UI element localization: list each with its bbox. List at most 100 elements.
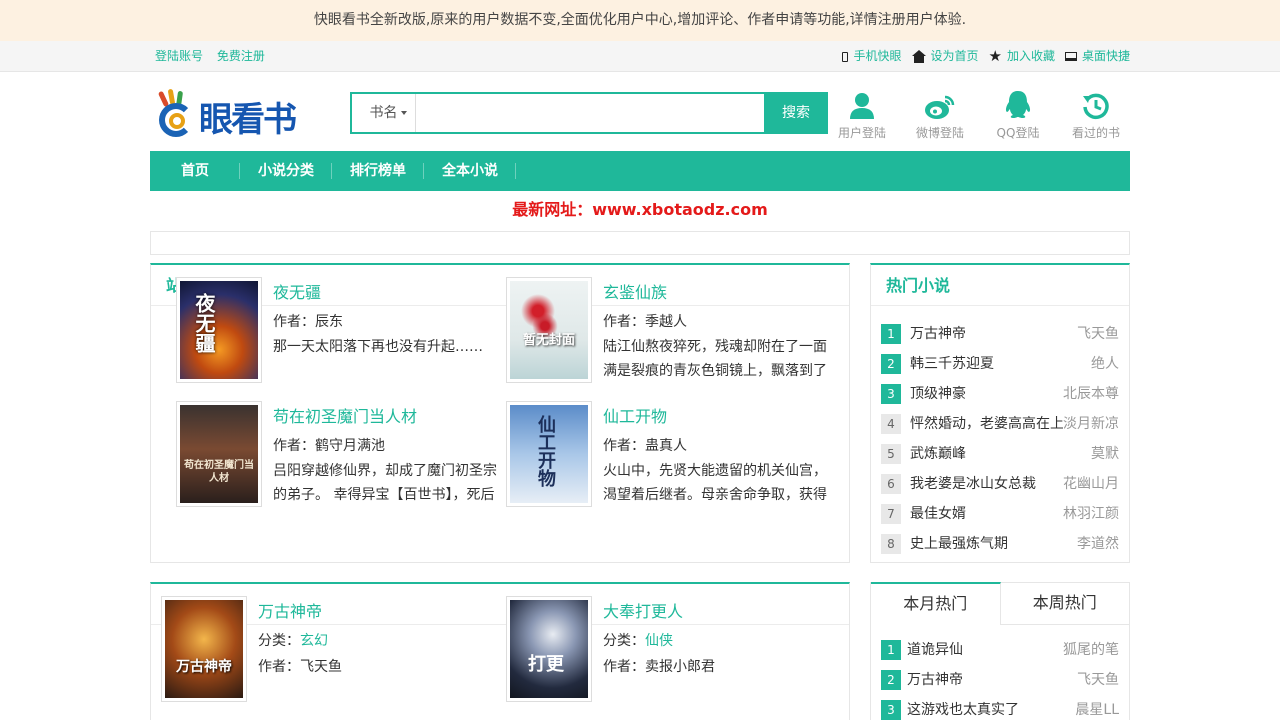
- ranking-book-name: 怦然婚动，老婆高高在上: [910, 416, 1063, 432]
- ranking-author: 莫默: [1091, 446, 1119, 462]
- add-favorite-link[interactable]: ★ 加入收藏: [989, 41, 1055, 72]
- ranking-row[interactable]: 1 道诡异仙 狐尾的笔: [881, 635, 1119, 665]
- book-title[interactable]: 大奉打更人: [603, 598, 683, 622]
- book-author: 作者：飞天鱼: [258, 659, 342, 675]
- ranking-book-name: 万古神帝: [910, 326, 966, 342]
- book-cover[interactable]: 仙工开物: [506, 401, 592, 507]
- top-bar: 登陆账号 免费注册 手机快眼 设为首页 ★ 加入收藏 桌面快捷: [0, 41, 1280, 72]
- book-author: 作者：季越人: [603, 314, 687, 330]
- ranking-author: 飞天鱼: [1077, 326, 1119, 342]
- book-description: 陆江仙熬夜猝死，残魂却附在了一面满是裂痕的青灰色铜镜上，飘落到了: [603, 339, 827, 379]
- ranking-book-name: 我老婆是冰山女总裁: [910, 476, 1036, 492]
- book-description: 火山中，先贤大能遗留的机关仙宫，渴望着后继者。母亲舍命争取，获得: [603, 463, 827, 503]
- book-title[interactable]: 夜无疆: [273, 279, 321, 303]
- cover-title-text: 打更: [528, 654, 564, 675]
- social-login-group: 用户登陆 微博登陆 QQ登陆 看过的书: [818, 90, 1130, 141]
- ranking-row[interactable]: 6 我老婆是冰山女总裁 花幽山月: [881, 469, 1119, 499]
- ranking-author: 狐尾的笔: [1063, 642, 1119, 658]
- ranking-book-name: 道诡异仙: [907, 642, 963, 658]
- book-category: 分类：玄幻: [258, 633, 328, 649]
- monthly-hot-panel: 本月热门 本周热门 1 道诡异仙 狐尾的笔 2 万古神帝 飞天鱼 3 这游戏也太真实了 晨星…: [870, 582, 1130, 720]
- login-link[interactable]: 登陆账号: [155, 49, 203, 63]
- ad-placeholder: [150, 231, 1130, 255]
- history-button[interactable]: 看过的书: [1062, 90, 1130, 141]
- ranking-book-name: 这游戏也太真实了: [907, 702, 1019, 718]
- mobile-label: 手机快眼: [853, 49, 902, 63]
- rank-badge: 2: [881, 670, 901, 690]
- book-cover[interactable]: 夜无疆: [176, 277, 262, 383]
- main-nav: 首页 小说分类 排行榜单 全本小说: [150, 151, 1130, 191]
- desktop-shortcut-link[interactable]: 桌面快捷: [1064, 41, 1130, 72]
- qq-login-button[interactable]: QQ登陆: [984, 90, 1052, 141]
- ranking-row[interactable]: 8 史上最强炼气期 李道然: [881, 529, 1119, 559]
- ranking-book-name: 最佳女婿: [910, 506, 966, 522]
- book-author: 作者：辰东: [273, 314, 343, 330]
- monitor-icon: [1064, 52, 1077, 61]
- rank-badge: 2: [881, 354, 901, 374]
- ranking-tabs: 本月热门 本周热门: [871, 582, 1129, 625]
- cover-title-text: 夜无疆: [192, 293, 216, 353]
- star-icon: ★: [988, 47, 1002, 65]
- set-homepage-link[interactable]: 设为首页: [911, 41, 979, 72]
- ranking-row[interactable]: 1 万古神帝 飞天鱼: [881, 319, 1119, 349]
- book-cover[interactable]: 打更: [506, 596, 592, 702]
- book-card: 夜无疆 夜无疆 作者：辰东 那一天太阳落下再也没有升起……: [176, 277, 506, 397]
- ranking-row[interactable]: 3 顶级神豪 北辰本尊: [881, 379, 1119, 409]
- book-card: 苟在初圣魔门当人材 苟在初圣魔门当人材 作者：鹤守月满池 吕阳穿越修仙界，却成了…: [176, 401, 506, 521]
- ranking-book-name: 韩三千苏迎夏: [910, 356, 994, 372]
- history-label: 看过的书: [1071, 126, 1120, 140]
- ranking-author: 花幽山月: [1063, 476, 1119, 492]
- search-box: 书名 搜索: [350, 92, 828, 134]
- ranking-row[interactable]: 2 韩三千苏迎夏 绝人: [881, 349, 1119, 379]
- book-card: 打更 大奉打更人 分类：仙侠 作者：卖报小郎君: [506, 596, 836, 702]
- rank-badge: 3: [881, 700, 901, 720]
- nav-categories[interactable]: 小说分类: [240, 151, 332, 191]
- site-logo[interactable]: 眼看书: [155, 88, 300, 144]
- recommend-panel: 站长推荐 夜无疆 夜无疆 作者：辰东 那一天太阳落下再也没有升起…… 暂无封面 …: [150, 263, 850, 563]
- tab-weekly-hot[interactable]: 本周热门: [1000, 583, 1129, 625]
- book-cover[interactable]: 苟在初圣魔门当人材: [176, 401, 262, 507]
- new-url-banner[interactable]: 最新网址：www.xbotaodz.com: [150, 191, 1130, 228]
- ranking-row[interactable]: 7 最佳女婿 林羽江颜: [881, 499, 1119, 529]
- search-type-select[interactable]: 书名: [352, 94, 416, 132]
- book-title[interactable]: 苟在初圣魔门当人材: [273, 403, 417, 427]
- nav-completed[interactable]: 全本小说: [424, 151, 516, 191]
- hot-novels-title: 热门小说: [871, 265, 1129, 306]
- book-title[interactable]: 玄鉴仙族: [603, 279, 667, 303]
- ranking-author: 飞天鱼: [1077, 672, 1119, 688]
- qq-icon: [1005, 91, 1031, 118]
- rank-badge: 3: [881, 384, 901, 404]
- book-card: 暂无封面 玄鉴仙族 作者：季越人 陆江仙熬夜猝死，残魂却附在了一面满是裂痕的青灰…: [506, 277, 836, 397]
- nav-rankings[interactable]: 排行榜单: [332, 151, 424, 191]
- search-input[interactable]: [416, 94, 764, 132]
- book-card: 仙工开物 仙工开物 作者：蛊真人 火山中，先贤大能遗留的机关仙宫，渴望着后继者。…: [506, 401, 836, 521]
- ranking-author: 晨星LL: [1075, 702, 1119, 718]
- search-type-value: 书名: [369, 105, 398, 121]
- book-cover[interactable]: 暂无封面: [506, 277, 592, 383]
- mobile-link[interactable]: 手机快眼: [842, 41, 902, 72]
- book-author: 作者：鹤守月满池: [273, 438, 385, 454]
- book-card: 万古神帝 万古神帝 分类：玄幻 作者：飞天鱼: [161, 596, 491, 702]
- register-link[interactable]: 免费注册: [217, 49, 265, 63]
- ranking-row[interactable]: 2 万古神帝 飞天鱼: [881, 665, 1119, 695]
- ranking-row[interactable]: 4 怦然婚动，老婆高高在上 淡月新凉: [881, 409, 1119, 439]
- user-login-button[interactable]: 用户登陆: [828, 90, 896, 141]
- book-title[interactable]: 万古神帝: [258, 598, 322, 622]
- user-login-label: 用户登陆: [837, 126, 886, 140]
- nav-home[interactable]: 首页: [150, 151, 240, 191]
- book-cover[interactable]: 万古神帝: [161, 596, 247, 702]
- ranking-book-name: 史上最强炼气期: [910, 536, 1008, 552]
- header: 眼看书 书名 搜索 用户登陆 微博登陆 QQ登陆 看过的书: [150, 72, 1130, 151]
- book-title[interactable]: 仙工开物: [603, 403, 667, 427]
- hot-novels-panel: 热门小说 1 万古神帝 飞天鱼 2 韩三千苏迎夏 绝人 3 顶级神豪 北辰本尊 4 怦然婚动，…: [870, 263, 1130, 563]
- ranking-book-name: 武炼巅峰: [910, 446, 966, 462]
- rank-badge: 4: [881, 414, 901, 434]
- weibo-login-button[interactable]: 微博登陆: [906, 90, 974, 141]
- ranking-author: 北辰本尊: [1063, 386, 1119, 402]
- weibo-icon: [925, 95, 955, 119]
- ranking-author: 林羽江颜: [1063, 506, 1119, 522]
- ranking-row[interactable]: 5 武炼巅峰 莫默: [881, 439, 1119, 469]
- ranking-row[interactable]: 3 这游戏也太真实了 晨星LL: [881, 695, 1119, 720]
- user-icon: [850, 93, 874, 119]
- tab-monthly-hot[interactable]: 本月热门: [871, 582, 1001, 625]
